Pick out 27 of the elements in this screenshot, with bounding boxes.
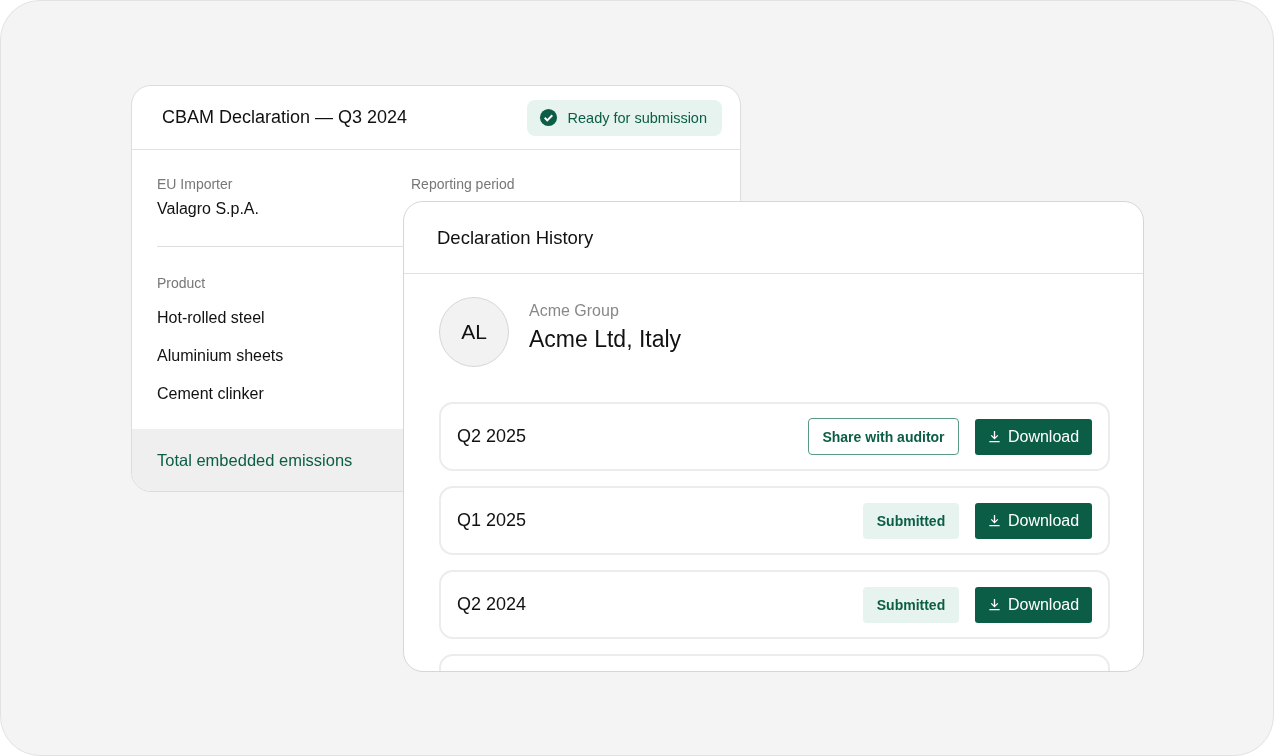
column-header: Product <box>157 275 206 291</box>
download-icon <box>987 598 1001 611</box>
status-badge: Submitted <box>863 586 959 623</box>
product-name: Aluminium sheets <box>157 346 284 366</box>
card-title: CBAM Declaration — Q3 2024 <box>162 107 408 128</box>
status-badge: Ready for submission <box>526 99 722 136</box>
download-button[interactable]: Download <box>975 418 1092 455</box>
download-icon <box>987 430 1001 443</box>
period-label: Q1 2025 <box>457 510 527 531</box>
product-name: Cement clinker <box>157 384 264 404</box>
download-button[interactable]: Download <box>975 586 1092 623</box>
share-button[interactable]: Share with auditor <box>808 418 959 455</box>
card-title: Declaration History <box>437 226 594 249</box>
avatar: AL <box>439 297 509 367</box>
field-label: EU Importer <box>157 176 233 192</box>
product-name: Hot-rolled steel <box>157 308 265 328</box>
check-icon <box>538 108 558 127</box>
group-name: Acme Group <box>529 301 620 320</box>
status-badge: Submitted <box>863 502 959 539</box>
download-button[interactable]: Download <box>975 502 1092 539</box>
period-label: Q2 2024 <box>457 594 527 615</box>
period-label: Q2 2025 <box>457 426 527 447</box>
company-name: Acme Ltd, Italy <box>529 325 682 353</box>
field-label: Reporting period <box>411 176 515 192</box>
total-label: Total embedded emissions <box>157 450 353 470</box>
download-icon <box>987 514 1001 527</box>
field-value: Valagro S.p.A. <box>157 200 259 218</box>
